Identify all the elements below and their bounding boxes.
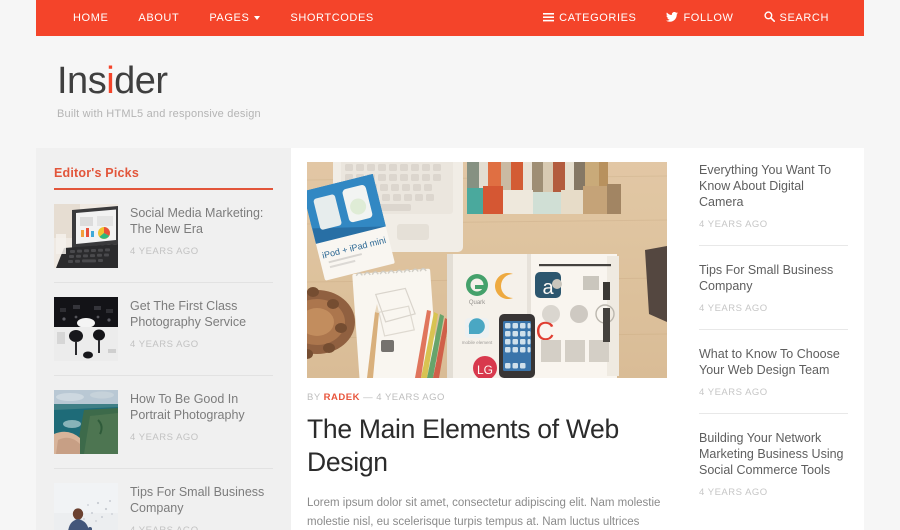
- photo-studio-thumb: [54, 297, 118, 361]
- desk-workspace-laptop-books-photo[interactable]: iPod + iPad mini Quark a mobile element …: [307, 162, 667, 378]
- man-back-thumb: [54, 483, 118, 530]
- main-article-column: iPod + iPad mini Quark a mobile element …: [291, 148, 683, 530]
- nav-item-search[interactable]: SEARCH: [749, 0, 844, 37]
- list-item-date: 4 YEARS AGO: [699, 303, 768, 314]
- nav-item-label: CATEGORIES: [559, 11, 637, 24]
- search-icon: [763, 1, 775, 37]
- article-headline[interactable]: The Main Elements of Web Design: [307, 413, 667, 479]
- list-item[interactable]: Tips For Small Business Company 4 YEARS …: [699, 246, 848, 330]
- byline-separator: —: [363, 392, 374, 403]
- list-item-title: Everything You Want To Know About Digita…: [699, 163, 832, 209]
- page-root: HOME ABOUT PAGES SHORTCODES CATEGORIES F…: [0, 0, 900, 530]
- byline-prefix: BY: [307, 392, 321, 403]
- nav-item-home[interactable]: HOME: [58, 0, 123, 36]
- nav-item-categories[interactable]: CATEGORIES: [528, 0, 651, 37]
- site-tagline: Built with HTML5 and responsive design: [57, 108, 261, 120]
- article-excerpt: Lorem ipsum dolor sit amet, consectetur …: [307, 494, 667, 530]
- list-item[interactable]: Building Your Network Marketing Business…: [699, 414, 848, 513]
- laptop-charts-thumb: [54, 204, 118, 268]
- list-item-date: 4 YEARS AGO: [130, 339, 199, 350]
- editors-picks-heading: Editor's Picks: [54, 166, 139, 180]
- list-item[interactable]: What to Know To Choose Your Web Design T…: [699, 330, 848, 414]
- list-item[interactable]: Get The First Class Photography Service …: [54, 283, 273, 376]
- nav-item-label: ABOUT: [138, 12, 180, 24]
- list-item-date: 4 YEARS AGO: [130, 525, 273, 530]
- list-item-date: 4 YEARS AGO: [130, 246, 199, 257]
- nav-item-label: SHORTCODES: [290, 12, 374, 24]
- nav-item-follow[interactable]: FOLLOW: [651, 0, 748, 37]
- nav-item-label: PAGES: [209, 12, 250, 24]
- list-item-date: 4 YEARS AGO: [699, 219, 768, 230]
- list-item-date: 4 YEARS AGO: [699, 487, 768, 498]
- chevron-down-icon: [254, 16, 261, 20]
- list-item-date: 4 YEARS AGO: [130, 432, 199, 443]
- list-item-body: Tips For Small Business Company 4 YEARS …: [130, 483, 273, 530]
- nav-item-shortcodes[interactable]: SHORTCODES: [275, 0, 388, 36]
- coastal-cliff-thumb: [54, 390, 118, 454]
- list-item-title: Social Media Marketing: The New Era: [130, 206, 264, 236]
- list-item-body: Get The First Class Photography Service …: [130, 297, 273, 361]
- list-item[interactable]: How To Be Good In Portrait Photography 4…: [54, 376, 273, 469]
- list-item-body: Social Media Marketing: The New Era 4 YE…: [130, 204, 273, 268]
- content-shell: Editor's Picks Social Media Marketing: T…: [36, 148, 864, 530]
- right-sidebar: Everything You Want To Know About Digita…: [683, 148, 864, 530]
- site-title-part1: Ins: [57, 60, 107, 102]
- nav-item-about[interactable]: ABOUT: [123, 0, 194, 36]
- list-item-body: How To Be Good In Portrait Photography 4…: [130, 390, 273, 454]
- article-excerpt-text: Lorem ipsum dolor sit amet, consectetur …: [307, 497, 661, 528]
- list-item-title: Tips For Small Business Company: [699, 263, 834, 293]
- main-navigation-bar: HOME ABOUT PAGES SHORTCODES CATEGORIES F…: [36, 0, 864, 36]
- list-icon: [543, 1, 555, 37]
- list-item-title: What to Know To Choose Your Web Design T…: [699, 347, 840, 377]
- nav-item-label: SEARCH: [779, 11, 829, 24]
- nav-utility-links: CATEGORIES FOLLOW SEARCH: [528, 0, 864, 37]
- list-item-date: 4 YEARS AGO: [699, 387, 768, 398]
- list-item[interactable]: Social Media Marketing: The New Era 4 YE…: [54, 190, 273, 283]
- nav-item-label: HOME: [73, 12, 109, 24]
- list-item-title: Building Your Network Marketing Business…: [699, 431, 844, 477]
- site-title: Insider: [57, 62, 261, 100]
- list-item-title: How To Be Good In Portrait Photography: [130, 392, 245, 422]
- article-date: 4 YEARS AGO: [376, 392, 445, 403]
- list-item-title: Get The First Class Photography Service: [130, 299, 247, 329]
- nav-item-label: FOLLOW: [683, 11, 734, 24]
- site-title-accent-letter: i: [106, 60, 115, 102]
- nav-primary-links: HOME ABOUT PAGES SHORTCODES: [36, 0, 389, 36]
- left-sidebar: Editor's Picks Social Media Marketing: T…: [36, 148, 291, 530]
- list-item[interactable]: Tips For Small Business Company 4 YEARS …: [54, 469, 273, 530]
- site-title-part2: der: [114, 60, 168, 102]
- twitter-icon: [666, 1, 679, 37]
- article-author-link[interactable]: RADEK: [324, 392, 360, 403]
- article-byline: BY RADEK — 4 YEARS AGO: [307, 392, 667, 403]
- nav-item-pages[interactable]: PAGES: [194, 0, 275, 36]
- list-item[interactable]: Everything You Want To Know About Digita…: [699, 148, 848, 246]
- site-logo[interactable]: Insider Built with HTML5 and responsive …: [57, 62, 261, 120]
- list-item-title: Tips For Small Business Company: [130, 485, 265, 515]
